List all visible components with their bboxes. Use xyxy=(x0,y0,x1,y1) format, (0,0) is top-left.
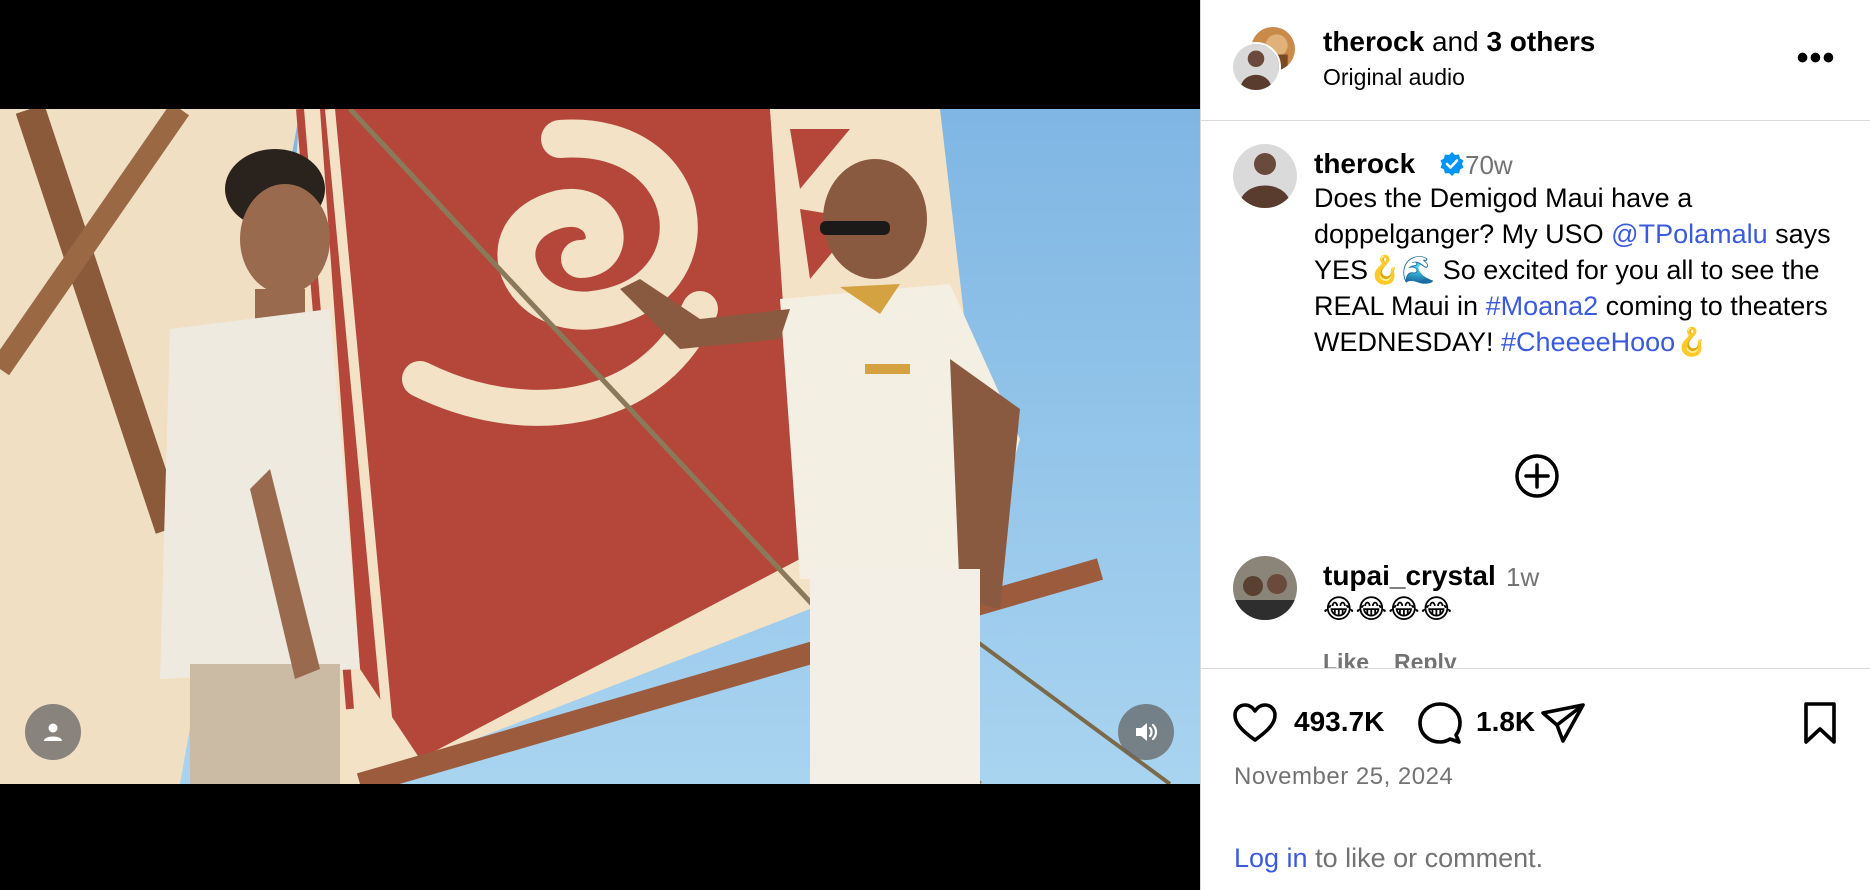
more-options-button[interactable]: ••• xyxy=(1791,38,1841,77)
login-rest-text: to like or comment. xyxy=(1307,843,1544,873)
caption-text: Does the Demigod Maui have a doppelgange… xyxy=(1314,180,1834,360)
heart-icon[interactable] xyxy=(1231,699,1279,747)
hashtag-link[interactable]: #CheeeeHooo🪝 xyxy=(1501,327,1709,357)
comment-time[interactable]: 1w xyxy=(1506,562,1539,593)
header-title[interactable]: therock and 3 others xyxy=(1323,26,1595,58)
post-date[interactable]: November 25, 2024 xyxy=(1234,763,1453,791)
hashtag-link[interactable]: #Moana2 xyxy=(1486,291,1599,321)
therock-avatar[interactable] xyxy=(1231,42,1281,92)
ellipsis-icon: ••• xyxy=(1796,38,1836,77)
comment-text: 😂😂😂😂 xyxy=(1323,594,1454,624)
login-link[interactable]: Log in xyxy=(1234,843,1308,873)
bookmark-icon[interactable] xyxy=(1796,699,1844,747)
person-icon xyxy=(44,723,62,741)
caption-avatar[interactable] xyxy=(1233,144,1297,208)
audio-label[interactable]: Original audio xyxy=(1323,64,1465,91)
verified-badge-icon xyxy=(1440,152,1464,176)
post-actions: 493.7K 1.8K November 25, 2024 Log in to … xyxy=(1201,668,1870,890)
commenter-avatar[interactable] xyxy=(1233,556,1297,620)
speech-bubble-icon[interactable] xyxy=(1416,699,1464,747)
post-side-panel: therock and 3 others Original audio ••• … xyxy=(1200,0,1870,890)
caption-username[interactable]: therock xyxy=(1314,148,1415,180)
comment-username[interactable]: tupai_crystal xyxy=(1323,560,1496,592)
speaker-icon xyxy=(1136,723,1158,741)
like-count[interactable]: 493.7K xyxy=(1294,706,1384,738)
login-prompt: Log in to like or comment. xyxy=(1234,843,1543,874)
video-frame-scene xyxy=(0,109,1200,784)
header-connector: and xyxy=(1431,26,1479,57)
comments-area[interactable]: therock 70w Does the Demigod Maui have a… xyxy=(1201,122,1870,668)
header-username[interactable]: therock xyxy=(1323,26,1424,57)
comment-reply-button[interactable]: Reply xyxy=(1394,649,1457,668)
caption-time[interactable]: 70w xyxy=(1465,150,1513,181)
video-pane xyxy=(0,0,1200,890)
comment-count[interactable]: 1.8K xyxy=(1476,706,1535,738)
paper-plane-icon[interactable] xyxy=(1539,699,1587,747)
audio-toggle-button[interactable] xyxy=(1118,704,1174,760)
comment-like-button[interactable]: Like xyxy=(1323,649,1369,668)
header-others[interactable]: 3 others xyxy=(1486,26,1595,57)
user-tag-button[interactable] xyxy=(25,704,81,760)
mention-link[interactable]: @TPolamalu xyxy=(1611,219,1767,249)
post-header: therock and 3 others Original audio ••• xyxy=(1201,0,1870,121)
plus-circle-icon[interactable] xyxy=(1513,452,1561,500)
video-player[interactable] xyxy=(0,109,1200,784)
